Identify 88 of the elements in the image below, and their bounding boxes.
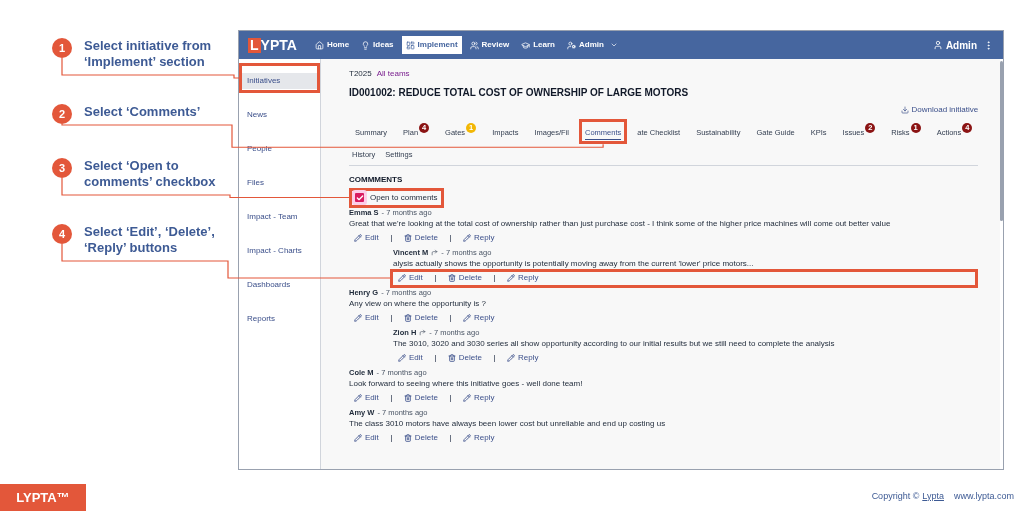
checkbox[interactable]: [355, 193, 364, 202]
user-gear-icon: [566, 40, 576, 50]
copyright-text: Copyright ©: [871, 489, 920, 503]
sidebar-item[interactable]: Reports: [242, 311, 317, 327]
team-link[interactable]: All teams: [376, 68, 410, 80]
nav-item[interactable]: Admin: [562, 36, 622, 54]
pencil-icon: [462, 394, 471, 402]
edit-button[interactable]: Edit: [352, 312, 381, 324]
website-text: www.lypta.com: [953, 489, 1014, 503]
initiative-title: ID001002: REDUCE TOTAL COST OF OWNERSHIP OF LARGE MOTORS: [349, 86, 690, 100]
trash-icon: [403, 434, 412, 442]
step-instruction: Select ‘Open to comments’ checkbox: [84, 158, 217, 190]
delete-button[interactable]: Delete: [401, 232, 440, 244]
nav-item[interactable]: Review: [465, 36, 514, 54]
edit-button[interactable]: Edit: [352, 432, 381, 444]
reply-button[interactable]: Reply: [504, 352, 541, 364]
sidebar-item[interactable]: Impact - Team: [242, 209, 317, 225]
reply-button[interactable]: Reply: [460, 312, 497, 324]
copyright-link[interactable]: Lypta: [922, 489, 944, 503]
reply-arrow-icon: [431, 249, 439, 256]
trash-icon: [447, 354, 456, 362]
pencil-icon: [462, 314, 471, 322]
step-instruction: Select ‘Comments’: [84, 104, 202, 120]
sidebar-item[interactable]: Initiatives: [242, 73, 317, 89]
sidebar-item[interactable]: Files: [242, 175, 317, 191]
house-icon: [314, 40, 324, 50]
pencil-icon: [354, 314, 362, 322]
step-instruction: Select initiative from ‘Implement’ section: [84, 38, 213, 70]
edit-button[interactable]: Edit: [352, 392, 381, 404]
reply-arrow-icon: [419, 329, 427, 336]
lightbulb-icon: [361, 40, 371, 50]
pencil-icon: [462, 234, 471, 242]
comment-text: alysis actually shows the opportunity is potentially moving away from the current 'lower' price motors...: [393, 257, 755, 269]
step-instruction: Select ‘Edit’, ‘Delete’, ‘Reply’ buttons: [84, 224, 216, 256]
nav-item[interactable]: Learn: [517, 36, 559, 54]
delete-button[interactable]: Delete: [445, 272, 484, 284]
pencil-icon: [506, 354, 515, 362]
comment-text: The 3010, 3020 and 3030 series all show opportunity according to our initial results but we still need to complete the analysis: [393, 337, 836, 349]
trash-icon: [403, 394, 412, 402]
check-icon: [355, 193, 364, 202]
reply-button[interactable]: Reply: [460, 432, 497, 444]
footer-logo: LYPTA™: [0, 484, 86, 511]
nav-item[interactable]: Ideas: [357, 36, 398, 54]
comment-text: Great that we're looking at the total cost of ownership rather than just purchase cost - I think some of the higher price machines will come out better value: [349, 217, 892, 229]
section-heading: COMMMENTS: [349, 173, 404, 186]
pencil-icon: [462, 434, 471, 442]
pencil-icon: [398, 354, 406, 362]
delete-button[interactable]: Delete: [401, 392, 440, 404]
nav-item[interactable]: Implement: [401, 36, 462, 54]
pencil-icon: [354, 394, 362, 402]
people-icon: [469, 40, 479, 50]
graduation-cap-icon: [521, 40, 531, 50]
user-icon: [932, 40, 943, 50]
reply-button[interactable]: Reply: [460, 232, 497, 244]
delete-button[interactable]: Delete: [401, 312, 440, 324]
comment-text: Look forward to seeing where this initiative goes - well done team!: [349, 377, 584, 389]
edit-button[interactable]: Edit: [352, 232, 381, 244]
delete-button[interactable]: Delete: [401, 432, 440, 444]
pencil-icon: [506, 274, 515, 282]
pencil-icon: [354, 234, 362, 242]
comment-text: Any view on where the opportunity is ?: [349, 297, 487, 309]
comment-text: The class 3010 motors have always been lower cost but unreliable and end up costing us: [349, 417, 667, 429]
pencil-icon: [354, 434, 362, 442]
trash-icon: [403, 234, 412, 242]
edit-button[interactable]: Edit: [396, 272, 425, 284]
sidebar-item[interactable]: News: [242, 107, 317, 123]
pencil-icon: [398, 274, 406, 282]
app-logo: LYPTA: [248, 35, 297, 55]
caret-icon: [609, 41, 618, 49]
sidebar-item[interactable]: Impact - Charts: [242, 243, 317, 259]
step-marker: 3: [52, 158, 72, 178]
trash-icon: [447, 274, 456, 282]
step-marker: 4: [52, 224, 72, 244]
step-marker: 1: [52, 38, 72, 58]
step-marker: 2: [52, 104, 72, 124]
delete-button[interactable]: Delete: [445, 352, 484, 364]
trash-icon: [403, 314, 412, 322]
team-code: T2025: [349, 68, 372, 80]
download-icon: [900, 106, 909, 114]
dashboard-icon: [405, 40, 415, 50]
checkbox-label: Open to comments: [370, 191, 438, 204]
user-menu[interactable]: Admin: [932, 37, 977, 53]
sidebar-item[interactable]: Dashboards: [242, 277, 317, 293]
download-link[interactable]: Download initiative: [900, 104, 979, 116]
reply-button[interactable]: Reply: [460, 392, 497, 404]
edit-button[interactable]: Edit: [396, 352, 425, 364]
nav-item[interactable]: Home: [310, 36, 354, 54]
reply-button[interactable]: Reply: [504, 272, 541, 284]
